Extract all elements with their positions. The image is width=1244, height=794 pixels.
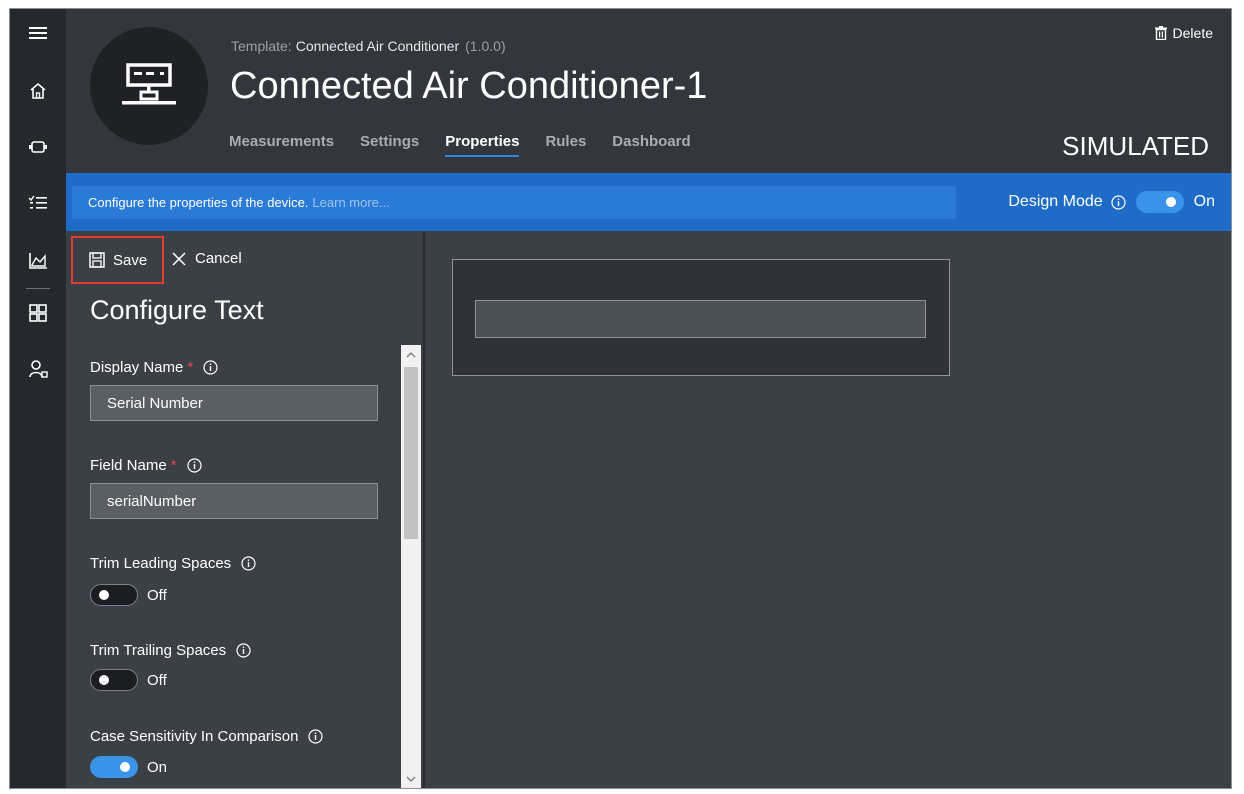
trim-leading-toggle[interactable] — [90, 584, 138, 606]
trim-leading-label: Trim Leading Spaces — [90, 555, 256, 572]
delete-button[interactable]: Delete — [1154, 25, 1213, 41]
template-name[interactable]: Connected Air Conditioner — [296, 38, 459, 54]
panel-title: Configure Text — [90, 295, 264, 325]
simulated-status: SIMULATED — [1062, 131, 1209, 161]
field-name-label-text: Field Name — [90, 457, 167, 474]
info-icon[interactable] — [308, 729, 324, 744]
devices-icon[interactable] — [10, 127, 66, 167]
dashboard-grid-icon[interactable] — [10, 293, 66, 333]
trim-leading-state: Off — [147, 586, 167, 604]
design-mode: Design Mode On — [1008, 191, 1215, 213]
device-tabs: Measurements Settings Properties Rules D… — [229, 133, 717, 157]
trim-trailing-label-text: Trim Trailing Spaces — [90, 642, 227, 659]
hamburger-icon[interactable] — [10, 13, 66, 53]
device-header: Template: Connected Air Conditioner (1.0.0… — [66, 9, 1231, 173]
cancel-button[interactable]: Cancel — [172, 250, 242, 267]
field-name-input[interactable] — [90, 483, 378, 519]
save-label: Save — [113, 251, 148, 269]
info-icon[interactable] — [241, 556, 256, 571]
trim-trailing-toggle[interactable] — [90, 669, 138, 691]
design-mode-toggle[interactable] — [1135, 191, 1184, 213]
panel-scrollbar[interactable] — [401, 345, 421, 788]
users-icon[interactable] — [10, 349, 66, 389]
device-avatar — [90, 27, 208, 145]
trim-trailing-label: Trim Trailing Spaces — [90, 642, 251, 659]
info-icon[interactable] — [186, 458, 202, 473]
analytics-icon[interactable] — [10, 241, 66, 281]
delete-label: Delete — [1172, 25, 1213, 41]
trim-leading-label-text: Trim Leading Spaces — [90, 555, 232, 572]
scroll-up-arrow-icon[interactable] — [401, 346, 421, 364]
scroll-thumb[interactable] — [404, 367, 418, 539]
tab-rules[interactable]: Rules — [545, 133, 586, 157]
device-icon — [122, 63, 176, 105]
trim-trailing-state: Off — [147, 671, 167, 689]
tab-settings[interactable]: Settings — [360, 133, 419, 157]
page-title: Connected Air Conditioner-1 — [230, 65, 708, 107]
case-sensitivity-toggle[interactable] — [90, 756, 138, 778]
banner-text: Configure the properties of the device. — [88, 195, 309, 210]
left-nav-rail — [10, 9, 66, 788]
display-name-input[interactable] — [90, 385, 378, 421]
design-mode-state: On — [1193, 193, 1215, 210]
trim-leading-toggle-row: Off — [90, 584, 167, 606]
required-mark: * — [170, 457, 177, 474]
design-canvas — [425, 231, 1231, 788]
template-label: Template: — [231, 38, 292, 54]
configure-panel: Save Cancel Configure Text Display Name *… — [66, 231, 425, 788]
property-tile-input[interactable] — [475, 300, 926, 338]
case-sensitivity-label-text: Case Sensitivity In Comparison — [90, 728, 299, 745]
info-icon[interactable] — [236, 643, 251, 658]
display-name-label: Display Name * — [90, 359, 218, 376]
checklist-icon[interactable] — [10, 183, 66, 223]
trash-icon — [1154, 26, 1167, 40]
save-icon — [89, 252, 105, 268]
display-name-label-text: Display Name — [90, 359, 184, 376]
info-icon[interactable] — [203, 360, 218, 375]
home-icon[interactable] — [10, 71, 66, 111]
template-version: (1.0.0) — [465, 38, 506, 54]
template-info: Template: Connected Air Conditioner (1.0.0… — [231, 38, 506, 54]
close-icon — [172, 251, 186, 266]
design-mode-label: Design Mode — [1008, 193, 1103, 210]
app-window: Template: Connected Air Conditioner (1.0.0… — [9, 8, 1232, 789]
info-icon[interactable] — [1111, 194, 1126, 210]
property-tile[interactable] — [452, 259, 950, 376]
cancel-label: Cancel — [195, 250, 242, 267]
trim-trailing-toggle-row: Off — [90, 669, 167, 691]
banner-message: Configure the properties of the device. L… — [72, 186, 956, 219]
tab-measurements[interactable]: Measurements — [229, 133, 334, 157]
learn-more-link[interactable]: Learn more... — [312, 195, 389, 210]
save-button[interactable]: Save — [71, 236, 164, 284]
tab-properties[interactable]: Properties — [445, 133, 520, 157]
design-banner: Configure the properties of the device. L… — [66, 173, 1231, 231]
required-mark: * — [187, 359, 194, 376]
case-sensitivity-label: Case Sensitivity In Comparison — [90, 728, 324, 745]
case-sensitivity-state: On — [147, 758, 168, 776]
case-sensitivity-toggle-row: On — [90, 756, 167, 778]
scroll-down-arrow-icon[interactable] — [401, 770, 421, 788]
tab-dashboard[interactable]: Dashboard — [612, 133, 690, 157]
field-name-label: Field Name * — [90, 457, 202, 474]
